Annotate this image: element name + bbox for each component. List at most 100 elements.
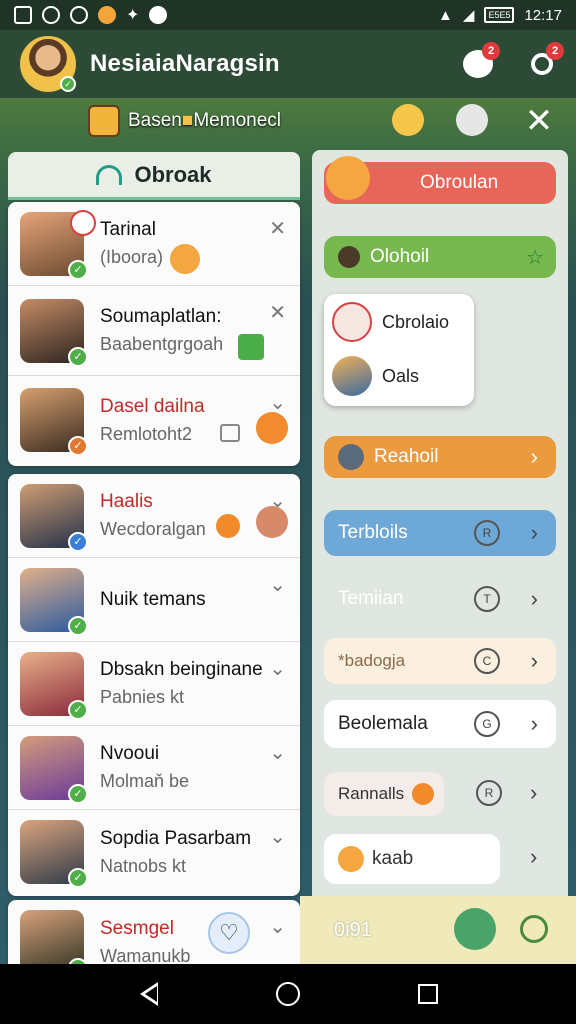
close-icon[interactable]: ✕ [269,300,286,325]
verified-check-icon: ✓ [68,783,88,804]
gallery-icon [14,6,32,24]
popup-item[interactable]: Cbrolaio [332,302,449,342]
chevron-right-icon: › [530,648,538,673]
status-bar: ✦ ▲ ◢ E5E5 12:17 [0,0,576,30]
blue-menu-item[interactable]: Terbloils R › [324,510,556,556]
list-item[interactable]: ✓ Haalis Wecdoralgan ⌄ [8,474,300,558]
chat-list-title: Obroak [134,161,212,187]
menu-label: Temiian [338,588,404,609]
chat-icon [70,6,88,24]
popup-item[interactable]: Oals [332,356,419,396]
search-notification-button[interactable]: 2 [522,42,564,84]
verified-check-icon: ✓ [68,699,88,720]
chevron-right-icon[interactable]: › [530,780,537,806]
home-icon[interactable] [276,982,300,1006]
chat-card-group-3: ✓ Sesmgel Wamanukb ⌄ [8,900,300,964]
clock-circle-icon: C [474,648,500,674]
emoji-notification-icon [98,6,116,24]
verified-check-icon: ✓ [68,346,88,367]
chevron-down-icon[interactable]: ⌄ [269,656,286,681]
emoji-icon [170,244,200,274]
avatar: ✓ [20,298,88,367]
chevron-down-icon[interactable]: ⌄ [269,914,286,939]
avatar: ✓ [20,567,88,636]
list-item[interactable]: ✓ Dasel dailna Remlotoht2 ⌄ [8,376,300,464]
ghost-emoji-icon[interactable] [456,104,488,136]
list-item[interactable]: ✓ Tarinal (Iboora) ✕ [8,202,300,286]
mini-avatar [256,506,288,538]
orange-menu-label: Reahoil [374,446,439,467]
contact-status: Natnobs kt [100,855,187,876]
recents-icon[interactable] [418,984,438,1004]
profile-button[interactable] [454,908,496,950]
menu-item[interactable]: Rannalls [324,772,444,816]
popup-item-label: Oals [382,365,420,386]
profile-outline-icon [96,164,123,185]
status-icons-left: ✦ [14,5,168,25]
chevron-down-icon[interactable]: ⌄ [269,824,286,849]
message-icon [220,424,240,442]
contact-status: Molmaň be [100,771,190,791]
menu-item[interactable]: kaab [324,834,500,884]
menu-item[interactable]: Beolemala G › [324,700,556,748]
contact-popup: Cbrolaio Oals [324,294,474,406]
clock: 12:17 [524,6,562,24]
signal-icon: ◢ [462,7,475,24]
list-item[interactable]: ✓ Sesmgel Wamanukb ⌄ [8,900,300,964]
chevron-down-icon[interactable]: ⌄ [269,740,286,765]
verified-check-icon: ✓ [68,615,88,636]
mascot-avatar [332,302,372,342]
list-item[interactable]: ✓ Sopdia Pasarbam Natnobs kt ⌄ [8,810,300,894]
settings-gear-icon[interactable] [520,915,548,943]
chevron-down-icon[interactable]: ⌄ [269,572,286,597]
mascot-notification-button[interactable]: 2 [458,42,500,84]
chat-list-panel: Obroak ✓ Tarinal (Iboora) ✕ ✓ Soumaplatla… [8,152,300,964]
devil-emoji-icon [256,412,288,444]
favorite-heart-button[interactable]: ♡ [208,912,250,954]
profile-avatar[interactable]: ✓ [20,36,76,92]
status-badge-icon: ✓ [68,436,88,456]
wifi-icon: ▲ [438,6,453,24]
avatar: ✓ [20,483,88,552]
game-tag-icon [238,334,264,360]
list-item[interactable]: ✓ Soumaplatlan: Baabentgrgoah ✕ [8,286,300,376]
close-icon[interactable]: ✕ [522,104,556,140]
battery-icon: E5E5 [484,7,515,23]
contact-status: Remlotoht2 [100,423,193,444]
menu-label: kaab [372,848,414,869]
popup-item-label: Cbrolaio [382,311,450,332]
system-nav-bar [0,964,576,1024]
chat-card-group-1: ✓ Tarinal (Iboora) ✕ ✓ Soumaplatlan: Baabe… [8,202,300,466]
contact-name: Dbsakn beinginane [100,659,263,680]
contact-name: Sopdia Pasarbam [100,827,252,849]
promo-banner[interactable]: Basen■Memonecl [88,102,281,140]
status-icons-right: ▲ ◢ E5E5 12:17 [438,6,562,25]
promo-avatar-icon [88,105,120,137]
verified-check-icon: ✓ [60,76,76,92]
sticker-badge-icon [70,209,96,236]
list-item[interactable]: ✓ Dbsakn beinginane Pabnies kt ⌄ [8,642,300,726]
list-item[interactable]: ✓ Nuik temans ⌄ [8,558,300,642]
record-icon [149,6,168,24]
app-header: ✓ NesiaiaNaragsin 2 2 [0,30,576,98]
orange-menu-item[interactable]: Reahoil › [324,436,556,478]
chat-list-header: Obroak [8,152,300,200]
user-circle-icon: R [474,520,500,546]
bottom-action-bar: 0i91 [300,896,576,964]
list-item[interactable]: ✓ Nvooui Molmaň be ⌄ [8,726,300,810]
game-emoji-icon [216,514,240,538]
close-icon[interactable]: ✕ [269,216,286,241]
verified-check-icon: ✓ [68,259,88,280]
menu-item[interactable]: *badogja C › [324,638,556,684]
avatar: ✓ [20,735,88,804]
promo-text: Basen■Memonecl [128,110,282,131]
green-menu-item[interactable]: Olohoil ☆ [324,236,556,278]
chevron-right-icon[interactable]: › [530,844,537,870]
smile-emoji-icon[interactable] [392,104,424,136]
bottom-bar-label: 0i91 [334,918,372,941]
star-icon[interactable]: ☆ [526,245,544,270]
chevron-right-icon: › [530,711,538,736]
app-title: NesiaiaNaragsin [90,50,280,77]
contact-name: Tarinal [100,219,156,240]
menu-item[interactable]: Temiian T › [324,578,556,620]
